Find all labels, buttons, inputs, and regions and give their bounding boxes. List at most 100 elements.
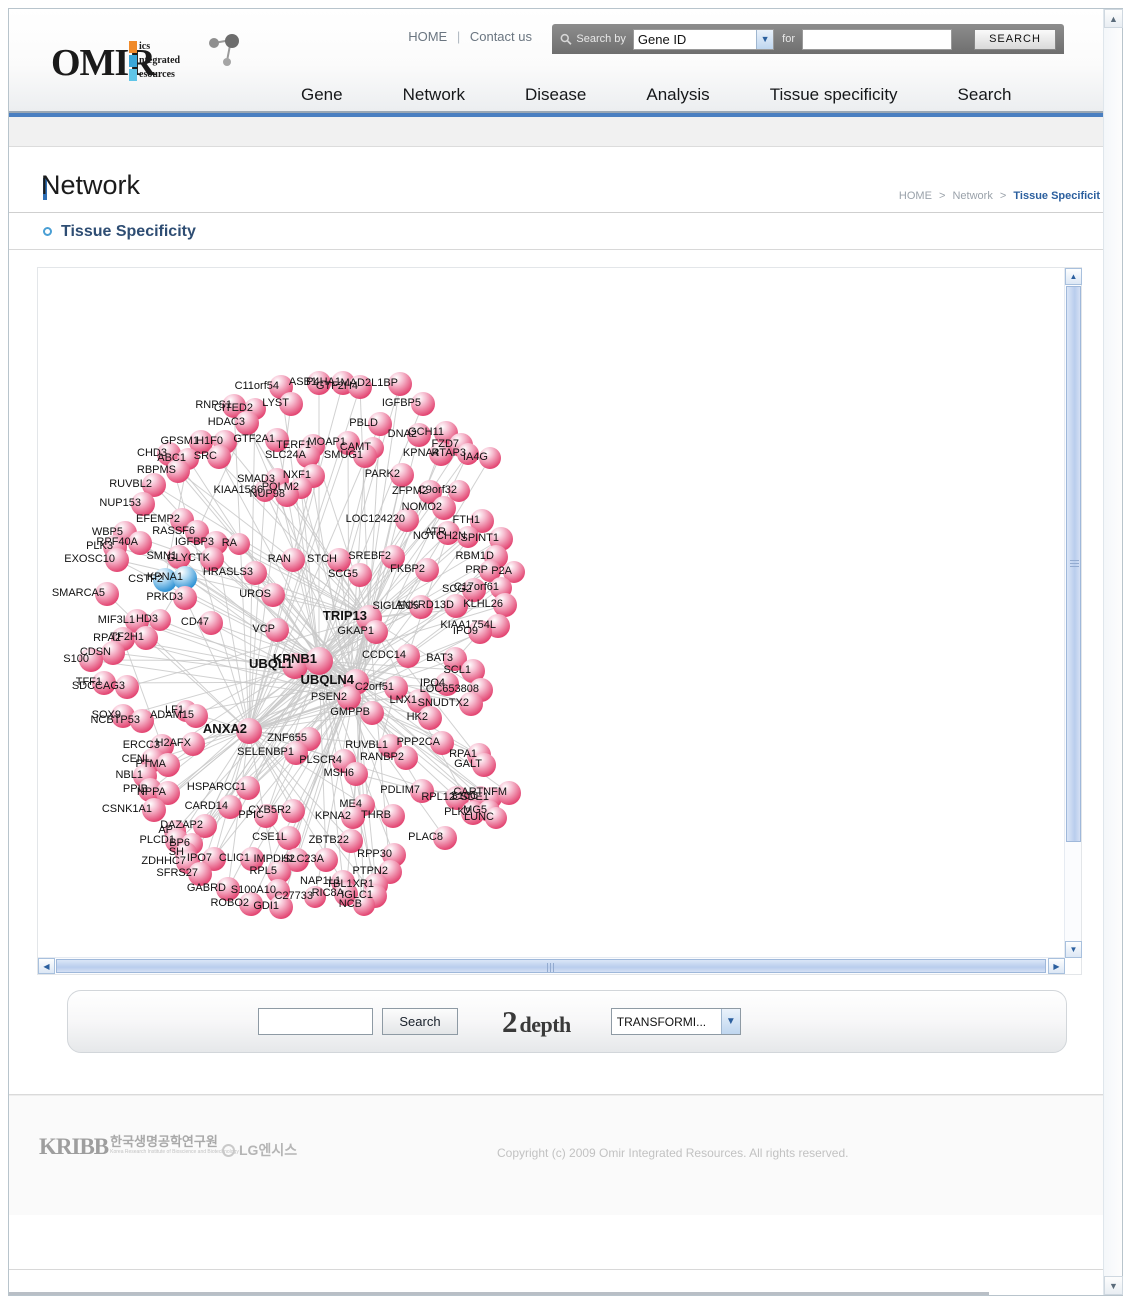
site-header: OMIR ics ntegrated esources HOME | Conta… <box>9 9 1104 113</box>
nav-item-network[interactable]: Network <box>373 85 495 105</box>
search-category-select[interactable]: Gene ID ▼ <box>632 28 775 50</box>
network-node-label: MSH6 <box>323 767 354 779</box>
depth-label: depth <box>519 1011 572 1037</box>
window-scroll-up-icon[interactable]: ▲ <box>1104 9 1123 28</box>
breadcrumb-sep-2: > <box>999 190 1007 202</box>
network-node-label: LOC653808 <box>420 683 479 695</box>
network-node-label: SREBF2 <box>348 550 391 562</box>
logo-word-resources: esources <box>139 68 175 80</box>
network-node-label: SDCCAG3 <box>72 680 125 692</box>
network-node-label: HSPARCC1 <box>187 781 246 793</box>
chevron-down-icon-tissue[interactable]: ▼ <box>720 1009 740 1034</box>
logo-word-omics: ics <box>139 40 151 52</box>
section-bullet-icon <box>43 227 52 236</box>
main-navigation: Gene Network Disease Analysis Tissue spe… <box>271 85 1041 105</box>
logo-subwords: ics ntegrated esources <box>129 40 180 81</box>
graph-scroll-up-icon[interactable]: ▲ <box>1065 268 1082 285</box>
contact-us-link[interactable]: Contact us <box>470 29 532 44</box>
network-node-label: MAD2L1BP <box>341 377 398 389</box>
network-node-label: CSNK1A1 <box>102 803 152 815</box>
search-query-input[interactable] <box>801 28 952 50</box>
kribb-logo[interactable]: KRIBB 한국생명공학연구원 Korea Research Institute… <box>39 1134 239 1160</box>
logo-chip-omics <box>129 40 137 53</box>
graph-scroll-right-icon[interactable]: ▶ <box>1048 958 1065 974</box>
logo-chip-integrated <box>129 54 137 67</box>
network-node-label: PLSCR4 <box>299 754 342 766</box>
network-node-label: IA4G <box>463 451 488 463</box>
graph-scroll-left-icon[interactable]: ◀ <box>38 958 55 974</box>
graph-vertical-scrollbar[interactable]: ▲ ▼ <box>1064 268 1082 958</box>
network-node-label: NOTCH2N <box>413 530 466 542</box>
network-node-label: FKBP2 <box>390 563 425 575</box>
window-scroll-down-icon[interactable]: ▼ <box>1104 1276 1123 1295</box>
search-category-value: Gene ID <box>637 31 687 47</box>
graph-vscroll-thumb[interactable] <box>1066 286 1081 842</box>
network-node-label: PSEN2 <box>311 691 347 703</box>
network-node-label: SCL1 <box>443 664 471 676</box>
network-node-label: RBPMS <box>137 464 176 476</box>
network-node-label: C17orf61 <box>454 581 499 593</box>
toplinks-separator: | <box>456 29 461 44</box>
nav-item-disease[interactable]: Disease <box>495 85 616 105</box>
network-graph-canvas[interactable]: C11orf54 ASB1 P4HA1 GTF2H4 MAD2L1BP RNPS1 CITE… <box>38 268 1065 958</box>
network-node-label: NUP153 <box>99 497 141 509</box>
nav-item-analysis[interactable]: Analysis <box>616 85 739 105</box>
section-title-row: Tissue Specificity <box>9 214 1104 250</box>
network-graph-panel: C11orf54 ASB1 P4HA1 GTF2H4 MAD2L1BP RNPS1 CITE… <box>37 267 1082 975</box>
network-node-label: H2AFX <box>156 737 192 749</box>
network-node-label: C2orf51 <box>355 681 394 693</box>
network-node-label: RANBP2 <box>360 751 404 763</box>
graph-hscroll-thumb[interactable] <box>56 959 1046 973</box>
network-node-label: PARK2 <box>365 468 400 480</box>
window-vertical-scrollbar[interactable]: ▲ ▼ <box>1103 9 1123 1295</box>
network-node-label: CYB5R2 <box>248 804 291 816</box>
lg-mark-icon <box>222 1143 235 1157</box>
network-node-label: EXOSC10 <box>64 553 115 565</box>
network-node-label: DAZAP2 <box>160 819 203 831</box>
network-node-label: S100 <box>63 653 89 665</box>
network-node-label: LYST <box>262 397 289 409</box>
network-node-label: CARD14 <box>185 800 228 812</box>
network-node-label: C11orf54 <box>235 380 279 392</box>
graph-horizontal-scrollbar[interactable]: ◀ ▶ <box>38 957 1065 974</box>
nav-item-gene[interactable]: Gene <box>271 85 373 105</box>
graph-control-bar: Search 2 depth TRANSFORMI... ▼ <box>67 990 1067 1053</box>
nav-item-search[interactable]: Search <box>928 85 1042 105</box>
network-node-label: KPNB1 <box>273 651 317 666</box>
network-node-label: ZNF655 <box>267 732 307 744</box>
global-search-bar: Search by Gene ID ▼ for SEARCH <box>552 24 1064 54</box>
breadcrumb-home[interactable]: HOME <box>899 190 932 202</box>
network-node-label: SRC <box>194 450 217 462</box>
network-node-label: CCDC14 <box>362 649 406 661</box>
network-node-label: PLAC8 <box>408 831 443 843</box>
tissue-select[interactable]: TRANSFORMI... ▼ <box>610 1008 741 1035</box>
network-node-label: SMUG1 <box>324 449 363 461</box>
lg-logo[interactable]: LG엔시스 <box>222 1140 297 1160</box>
kribb-english-name: Korea Research Institute of Bioscience a… <box>110 1148 239 1155</box>
nav-item-tissue-specificity[interactable]: Tissue specificity <box>740 85 928 105</box>
network-node-label: NUP98 <box>250 488 285 500</box>
gene-search-button[interactable]: Search <box>382 1008 458 1035</box>
network-node-label: GLYCTK <box>167 552 211 564</box>
header-sub-band <box>9 117 1104 147</box>
breadcrumb-network[interactable]: Network <box>952 190 992 202</box>
network-node-label: NOMO2 <box>402 501 442 513</box>
network-node-label: SLC24A <box>265 449 307 461</box>
top-utility-links: HOME | Contact us <box>408 29 532 44</box>
breadcrumb-current: Tissue Specificit <box>1013 190 1100 202</box>
gene-search-input[interactable] <box>258 1008 373 1035</box>
chevron-down-icon[interactable]: ▼ <box>756 29 774 49</box>
search-submit-button[interactable]: SEARCH <box>973 28 1056 50</box>
network-node-label: H1F0 <box>196 435 223 447</box>
home-link[interactable]: HOME <box>408 29 447 44</box>
network-node-label: CLIC1 <box>219 852 250 864</box>
network-node-label: IPO9 <box>453 625 478 637</box>
network-graph-svg[interactable]: C11orf54 ASB1P4HA1GTF2H4MAD2L1BPRNPS1CITE… <box>38 268 1065 958</box>
graph-scroll-down-icon[interactable]: ▼ <box>1065 941 1082 958</box>
network-node-label: RPF40A <box>96 536 138 548</box>
network-node-label: RTAP3 <box>432 447 466 459</box>
network-node-label: NCBTP53 <box>90 714 140 726</box>
network-node-label: THRB <box>361 809 391 821</box>
site-logo[interactable]: OMIR ics ntegrated esources <box>51 34 239 91</box>
tissue-select-value: TRANSFORMI... <box>616 1014 707 1029</box>
